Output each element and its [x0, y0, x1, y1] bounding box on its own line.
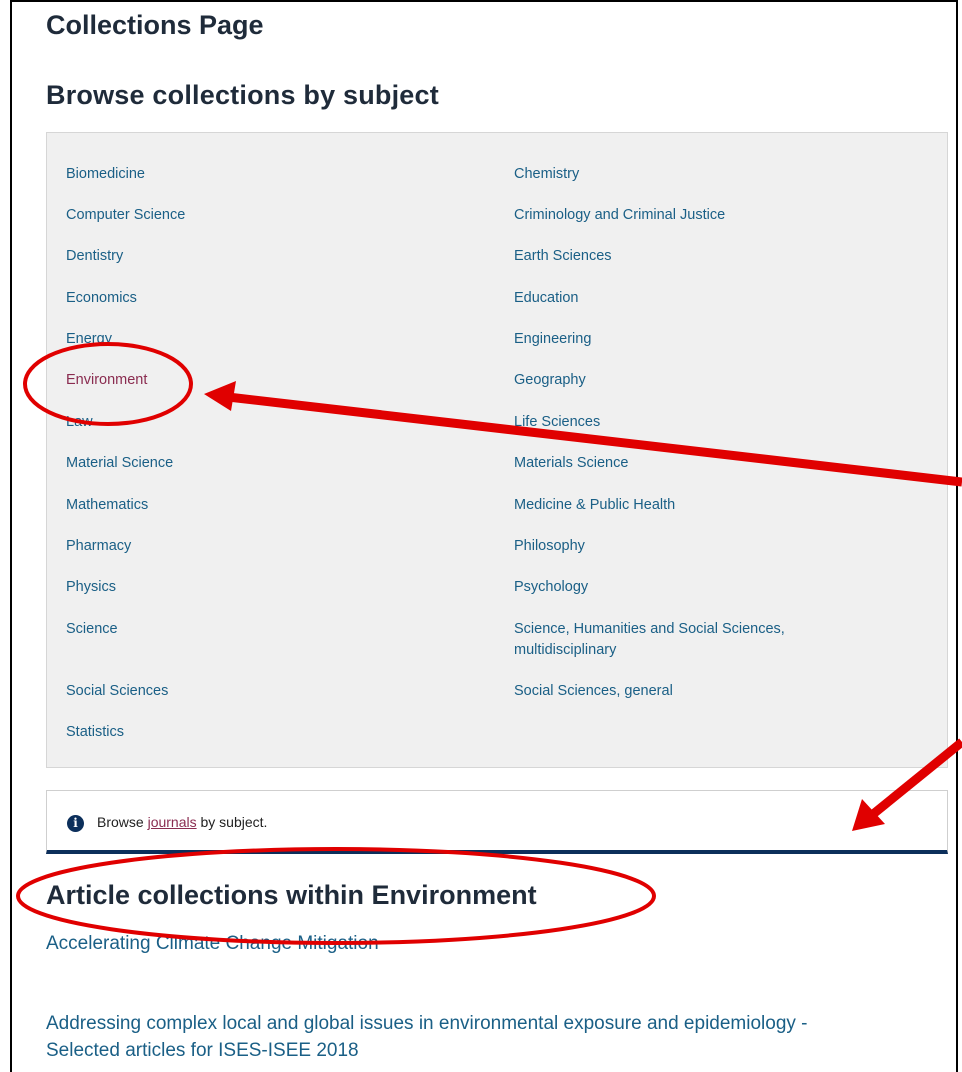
- subject-link-medicine-public-health[interactable]: Medicine & Public Health: [514, 495, 675, 516]
- subject-link-education[interactable]: Education: [514, 288, 579, 309]
- subject-link-materials-science[interactable]: Materials Science: [514, 453, 628, 474]
- subject-link-energy[interactable]: Energy: [66, 329, 112, 350]
- subject-link-science-humanities-line2[interactable]: multidisciplinary: [514, 640, 616, 661]
- subject-link-material-science[interactable]: Material Science: [66, 453, 173, 474]
- browse-heading: Browse collections by subject: [46, 80, 439, 110]
- subject-link-physics[interactable]: Physics: [66, 577, 116, 598]
- collection-link-climate-change[interactable]: Accelerating Climate Change Mitigation: [46, 930, 379, 957]
- subject-link-science-humanities-line1[interactable]: Science, Humanities and Social Sciences,: [514, 619, 785, 640]
- subject-link-chemistry[interactable]: Chemistry: [514, 164, 579, 185]
- info-icon: i: [67, 815, 84, 832]
- subject-link-pharmacy[interactable]: Pharmacy: [66, 536, 131, 557]
- subject-link-social-sciences[interactable]: Social Sciences: [66, 681, 168, 702]
- subject-link-environment[interactable]: Environment: [66, 370, 147, 391]
- subject-link-earth-sciences[interactable]: Earth Sciences: [514, 246, 612, 267]
- subject-link-criminology[interactable]: Criminology and Criminal Justice: [514, 205, 725, 226]
- collection-link-environmental-exposure-line1[interactable]: Addressing complex local and global issu…: [46, 1010, 808, 1037]
- subject-link-social-sciences-general[interactable]: Social Sciences, general: [514, 681, 673, 702]
- info-suffix: by subject.: [196, 814, 268, 830]
- collection-link-environmental-exposure-line2[interactable]: Selected articles for ISES-ISEE 2018: [46, 1037, 359, 1064]
- journals-link[interactable]: journals: [148, 814, 197, 830]
- subject-list-panel: Biomedicine Computer Science Dentistry E…: [46, 132, 948, 768]
- subject-link-engineering[interactable]: Engineering: [514, 329, 591, 350]
- subject-link-philosophy[interactable]: Philosophy: [514, 536, 585, 557]
- page-title: Collections Page: [46, 10, 264, 40]
- subject-link-biomedicine[interactable]: Biomedicine: [66, 164, 145, 185]
- subject-link-science[interactable]: Science: [66, 619, 118, 640]
- subject-link-law[interactable]: Law: [66, 412, 93, 433]
- collections-heading: Article collections within Environment: [46, 880, 537, 910]
- subject-link-mathematics[interactable]: Mathematics: [66, 495, 148, 516]
- subject-link-psychology[interactable]: Psychology: [514, 577, 588, 598]
- subject-link-statistics[interactable]: Statistics: [66, 722, 124, 743]
- subject-link-economics[interactable]: Economics: [66, 288, 137, 309]
- info-text: Browse journals by subject.: [97, 814, 267, 830]
- subject-link-computer-science[interactable]: Computer Science: [66, 205, 185, 226]
- subject-link-geography[interactable]: Geography: [514, 370, 586, 391]
- subject-link-dentistry[interactable]: Dentistry: [66, 246, 123, 267]
- info-notice: i Browse journals by subject.: [46, 790, 948, 854]
- info-prefix: Browse: [97, 814, 148, 830]
- subject-link-life-sciences[interactable]: Life Sciences: [514, 412, 600, 433]
